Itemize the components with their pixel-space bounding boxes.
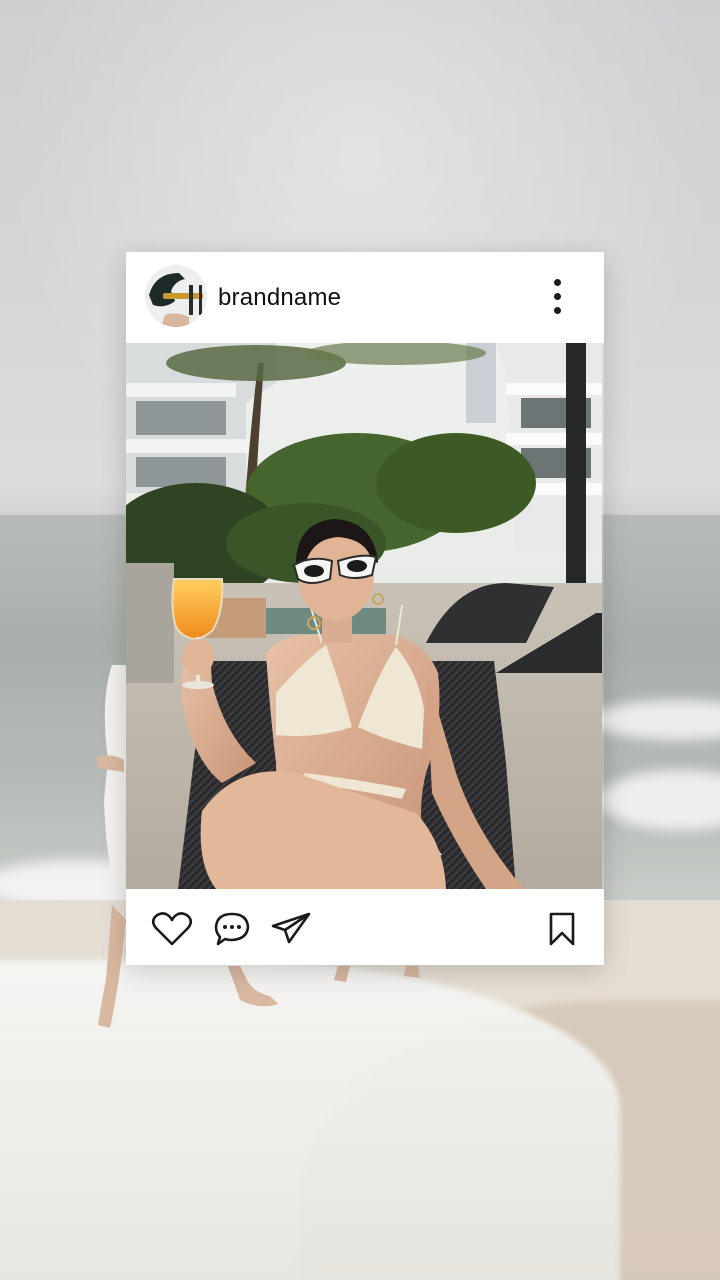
profile-avatar[interactable]	[145, 265, 207, 327]
paper-plane-icon	[271, 912, 311, 944]
comment-button[interactable]	[213, 911, 251, 947]
ellipsis-dot	[554, 293, 561, 300]
heart-icon	[151, 912, 193, 946]
post-actions-bar	[126, 889, 604, 965]
post-card: brandname	[126, 252, 604, 965]
save-button[interactable]	[546, 911, 578, 947]
like-button[interactable]	[150, 911, 194, 947]
ellipsis-dot	[554, 307, 561, 314]
username[interactable]: brandname	[218, 284, 341, 312]
post-photo[interactable]	[126, 343, 602, 889]
vertical-ellipsis-icon	[554, 279, 561, 286]
more-options-button[interactable]	[542, 274, 572, 320]
share-button[interactable]	[270, 911, 312, 945]
avatar-image	[145, 265, 207, 327]
resort-pool-photo	[126, 343, 602, 889]
post-header: brandname	[126, 252, 604, 343]
bookmark-icon	[549, 912, 575, 946]
comment-bubble-icon	[214, 912, 250, 946]
